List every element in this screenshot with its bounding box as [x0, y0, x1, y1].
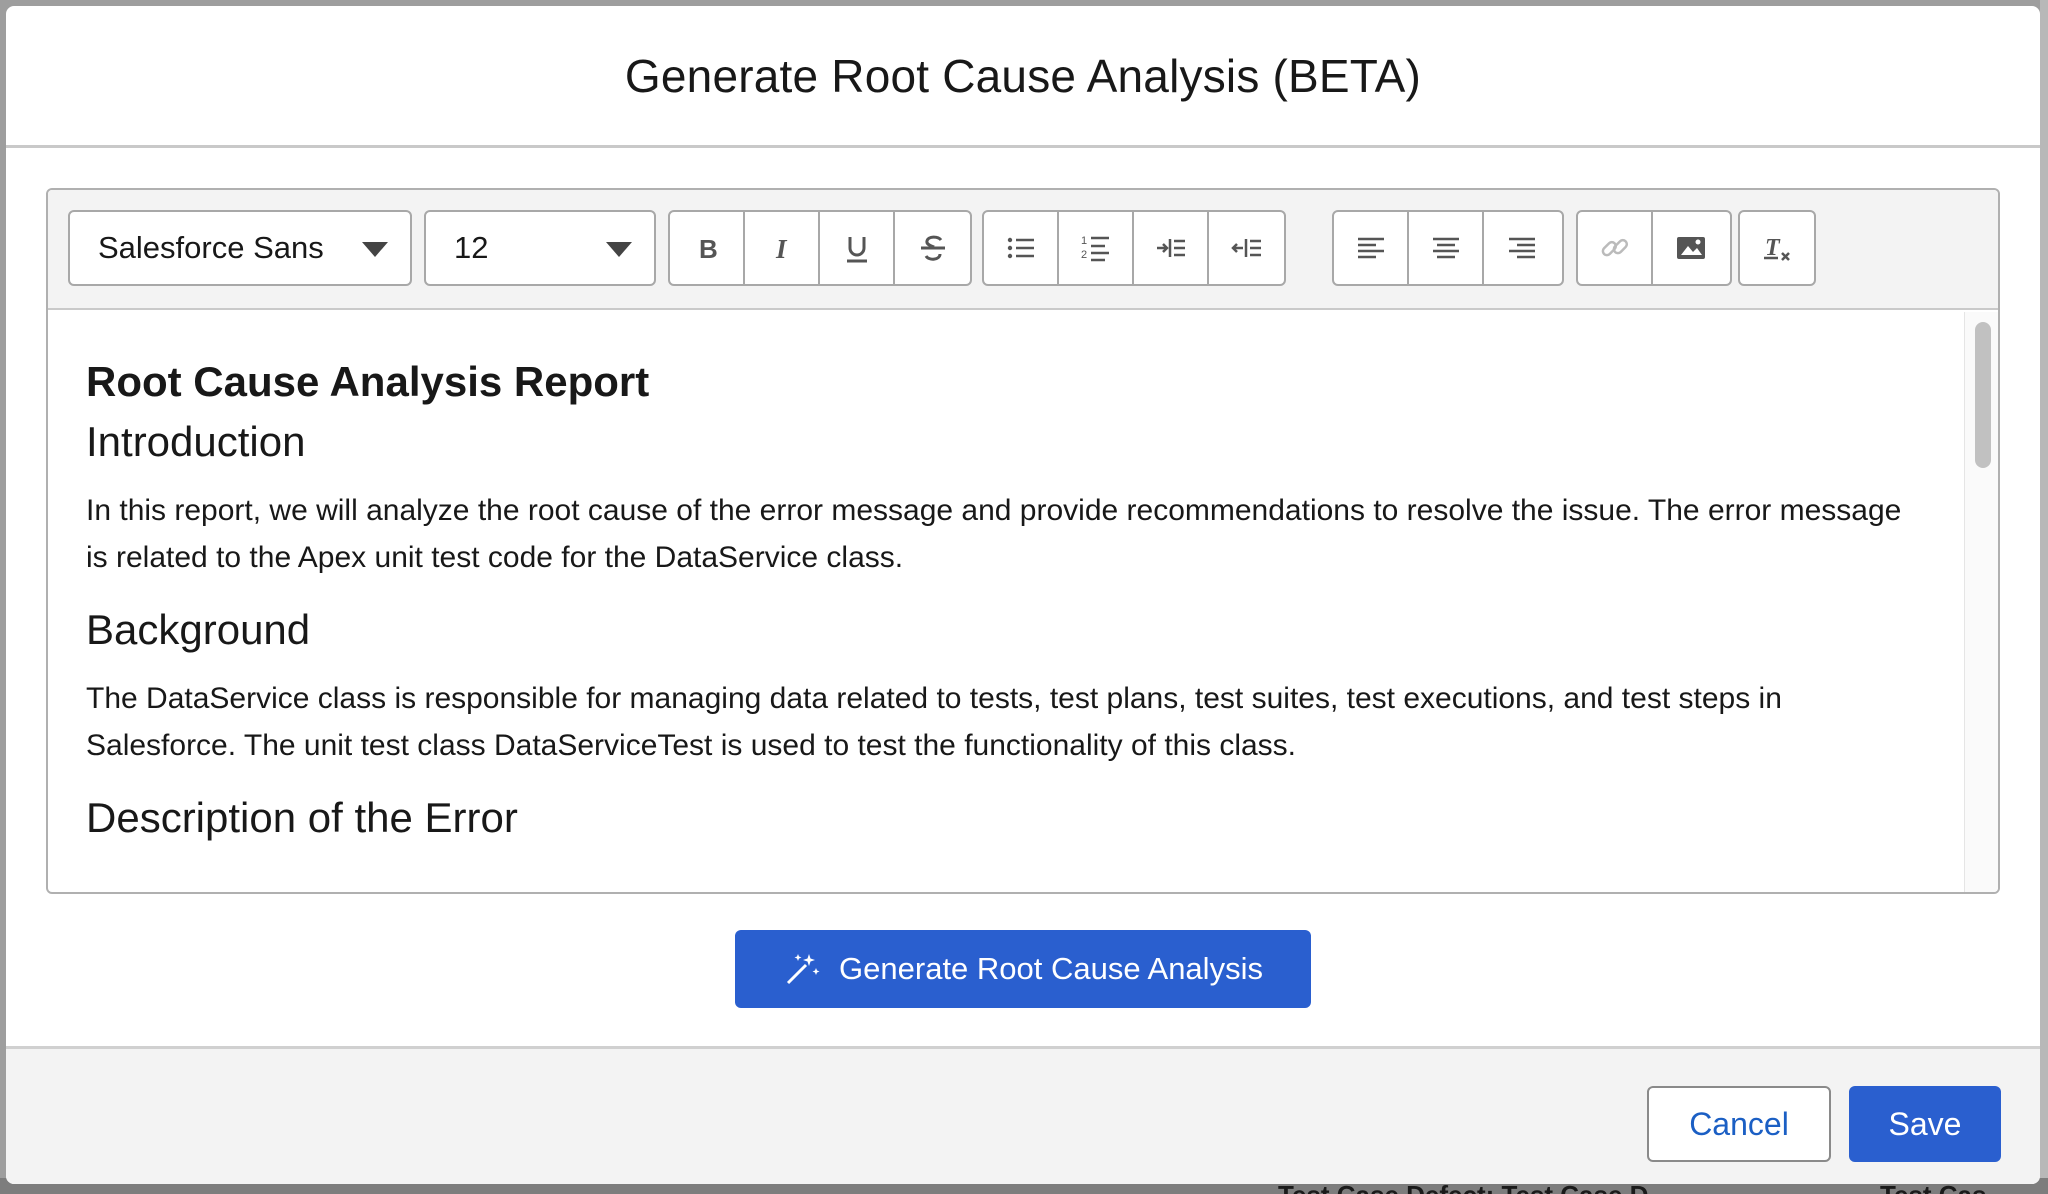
- italic-icon: I: [775, 234, 788, 264]
- align-right-icon: [1508, 237, 1535, 259]
- section-text: The DataService class is responsible for…: [86, 682, 1782, 762]
- section-heading: Description of the Error: [86, 794, 518, 841]
- underline-icon: [846, 237, 867, 263]
- font-family-value: Salesforce Sans: [98, 230, 324, 265]
- align-center-icon: [1432, 237, 1459, 259]
- background-strip: [2040, 0, 2048, 1194]
- bullet-list-icon: [1007, 237, 1034, 259]
- indent-icon: [1156, 239, 1185, 257]
- align-left-button[interactable]: [1334, 212, 1409, 284]
- link-button[interactable]: [1578, 212, 1653, 284]
- italic-button[interactable]: I: [745, 212, 820, 284]
- link-icon: [1601, 238, 1628, 257]
- strikethrough-icon: [920, 235, 945, 261]
- generate-rca-button[interactable]: Generate Root Cause Analysis: [735, 930, 1311, 1008]
- chevron-down-icon: [362, 242, 388, 257]
- image-button[interactable]: [1653, 212, 1728, 284]
- svg-text:2: 2: [1081, 249, 1087, 261]
- align-center-button[interactable]: [1409, 212, 1484, 284]
- text-style-group: B I: [668, 210, 972, 286]
- svg-text:I: I: [775, 234, 788, 264]
- section-heading: Background: [86, 606, 311, 653]
- svg-text:B: B: [699, 234, 718, 264]
- report-title: Root Cause Analysis Report: [86, 358, 650, 405]
- chevron-down-icon: [606, 242, 632, 257]
- scrollbar-thumb[interactable]: [1975, 322, 1991, 468]
- list-group: 12: [982, 210, 1286, 286]
- indent-button[interactable]: [1134, 212, 1209, 284]
- outdent-button[interactable]: [1209, 212, 1284, 284]
- align-group: [1332, 210, 1564, 286]
- rich-text-editor: Salesforce Sans 12 B I 1 2 T Root Cause …: [46, 188, 2000, 894]
- strikethrough-button[interactable]: [895, 212, 970, 284]
- modal-title: Generate Root Cause Analysis (BETA): [624, 49, 1422, 102]
- editor-scrollbar[interactable]: [1964, 312, 1998, 892]
- font-family-select[interactable]: Salesforce Sans: [68, 210, 412, 286]
- align-left-icon: [1357, 237, 1384, 259]
- svg-text:1: 1: [1081, 235, 1087, 247]
- magic-wand-icon: [786, 954, 820, 985]
- clear-formatting-icon: T: [1764, 235, 1790, 261]
- rca-modal: Generate Root Cause Analysis (BETA) Sale…: [6, 6, 2040, 1184]
- bold-icon: B: [699, 234, 718, 264]
- font-size-value: 12: [454, 230, 489, 265]
- generate-label: Generate Root Cause Analysis: [839, 951, 1263, 986]
- font-size-select[interactable]: 12: [424, 210, 656, 286]
- modal-footer: Cancel Save: [6, 1046, 2040, 1184]
- outdent-icon: [1230, 239, 1261, 257]
- numbered-list-button[interactable]: 12: [1059, 212, 1134, 284]
- bullet-list-button[interactable]: [984, 212, 1059, 284]
- cancel-button[interactable]: Cancel: [1647, 1086, 1831, 1162]
- editor-toolbar: Salesforce Sans 12 B I 1 2 T: [48, 190, 1998, 310]
- image-icon: [1676, 237, 1705, 259]
- save-button[interactable]: Save: [1849, 1086, 2001, 1162]
- editor-content[interactable]: Root Cause Analysis Report Introduction …: [48, 312, 1972, 892]
- underline-button[interactable]: [820, 212, 895, 284]
- clear-group: T: [1738, 210, 1816, 286]
- align-right-button[interactable]: [1484, 212, 1559, 284]
- insert-group: [1576, 210, 1732, 286]
- modal-header: Generate Root Cause Analysis (BETA): [6, 6, 2040, 148]
- section-text: In this report, we will analyze the root…: [86, 494, 1902, 574]
- numbered-list-icon: 12: [1081, 235, 1109, 262]
- clear-formatting-button[interactable]: T: [1740, 212, 1814, 284]
- section-heading: Introduction: [86, 418, 306, 465]
- bold-button[interactable]: B: [670, 212, 745, 284]
